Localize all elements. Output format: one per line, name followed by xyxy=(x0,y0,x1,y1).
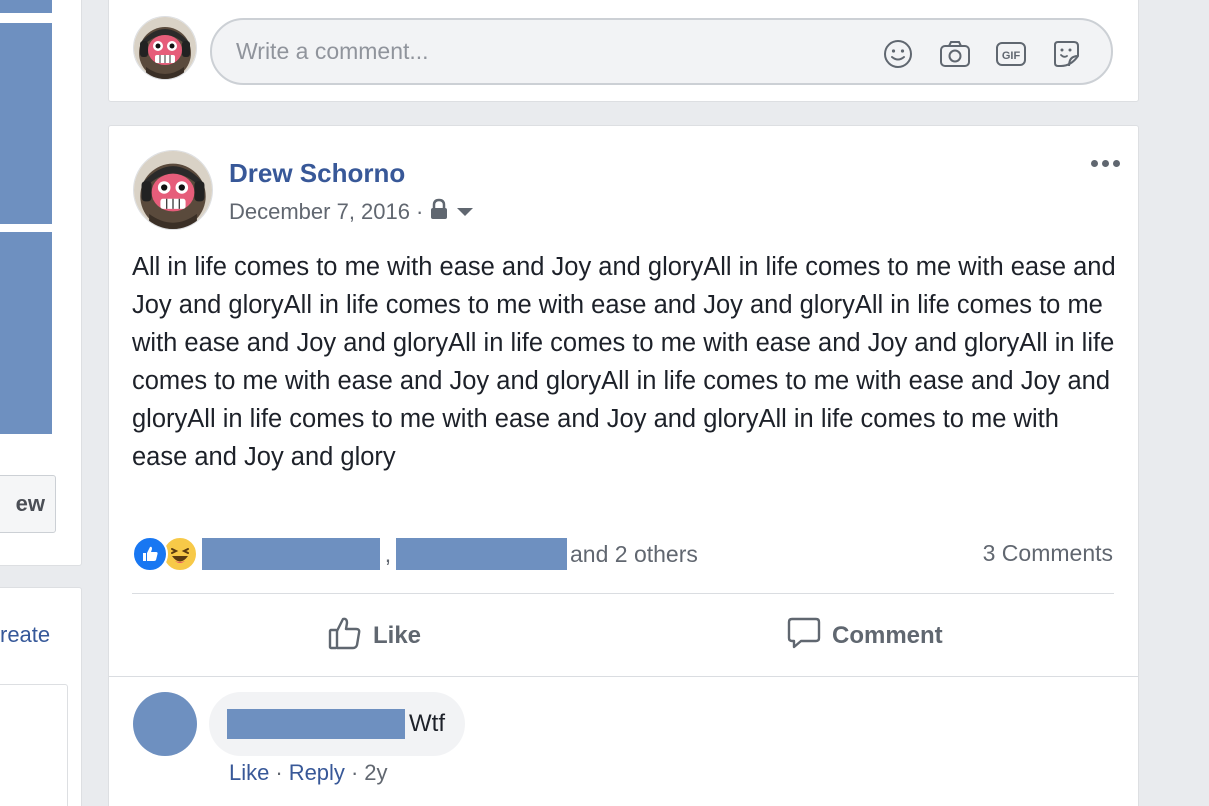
author-avatar[interactable] xyxy=(133,150,213,230)
redacted-commenter-name[interactable] xyxy=(227,709,405,739)
camera-icon[interactable] xyxy=(938,37,972,71)
create-link[interactable]: reate xyxy=(0,622,50,648)
redacted-image xyxy=(0,0,52,13)
comments-count[interactable]: 3 Comments xyxy=(983,540,1113,567)
post-date[interactable]: December 7, 2016 xyxy=(229,199,410,225)
privacy-dropdown-icon[interactable] xyxy=(455,199,475,225)
comment-text: Wtf xyxy=(409,710,445,737)
sticker-icon[interactable] xyxy=(1049,37,1083,71)
comment-button[interactable]: Comment xyxy=(786,616,943,656)
comment-input[interactable] xyxy=(210,18,1113,85)
redacted-name[interactable] xyxy=(202,538,380,570)
reaction-comma: , xyxy=(384,540,392,567)
comment-action-separator: · xyxy=(275,760,283,785)
comment-reply-link[interactable]: Reply xyxy=(289,760,345,786)
redacted-name[interactable] xyxy=(396,538,567,570)
meta-separator: · xyxy=(416,199,424,224)
post-meta: December 7, 2016 · xyxy=(229,198,475,226)
lock-icon xyxy=(429,198,449,226)
comment-button-label: Comment xyxy=(832,622,943,649)
comment-age[interactable]: 2y xyxy=(364,760,387,786)
left-sidebar-box xyxy=(0,684,68,806)
emoji-icon[interactable] xyxy=(881,37,915,71)
comment-composer-card: GIF xyxy=(108,0,1139,102)
commenter-avatar[interactable] xyxy=(133,692,197,756)
svg-text:GIF: GIF xyxy=(1002,50,1021,62)
divider xyxy=(132,593,1114,594)
view-button[interactable]: ew xyxy=(0,475,56,533)
post-card: Drew Schorno December 7, 2016 · All in l… xyxy=(108,125,1139,806)
divider xyxy=(109,676,1138,677)
like-reaction-icon xyxy=(132,536,168,572)
comment-like-link[interactable]: Like xyxy=(229,760,269,786)
reactions-summary[interactable]: , and 2 others xyxy=(132,536,698,572)
redacted-image xyxy=(0,232,52,434)
comments-section: Wtf Like · Reply · 2y xyxy=(109,676,1138,806)
post-body: All in life comes to me with ease and Jo… xyxy=(132,253,1116,471)
comment-action-separator: · xyxy=(350,760,359,785)
redacted-image xyxy=(0,23,52,224)
like-button[interactable]: Like xyxy=(327,616,421,656)
comment-icon xyxy=(786,615,822,658)
comment-bubble: Wtf xyxy=(209,692,465,756)
author-name[interactable]: Drew Schorno xyxy=(229,158,405,189)
reaction-others[interactable]: and 2 others xyxy=(570,541,698,568)
user-avatar[interactable] xyxy=(133,16,197,80)
like-button-label: Like xyxy=(373,622,422,649)
more-options-icon[interactable] xyxy=(1091,160,1120,167)
gif-icon[interactable]: GIF xyxy=(994,37,1028,71)
thumbs-up-icon xyxy=(327,615,363,658)
comment-actions: Like · Reply · 2y xyxy=(229,760,388,786)
